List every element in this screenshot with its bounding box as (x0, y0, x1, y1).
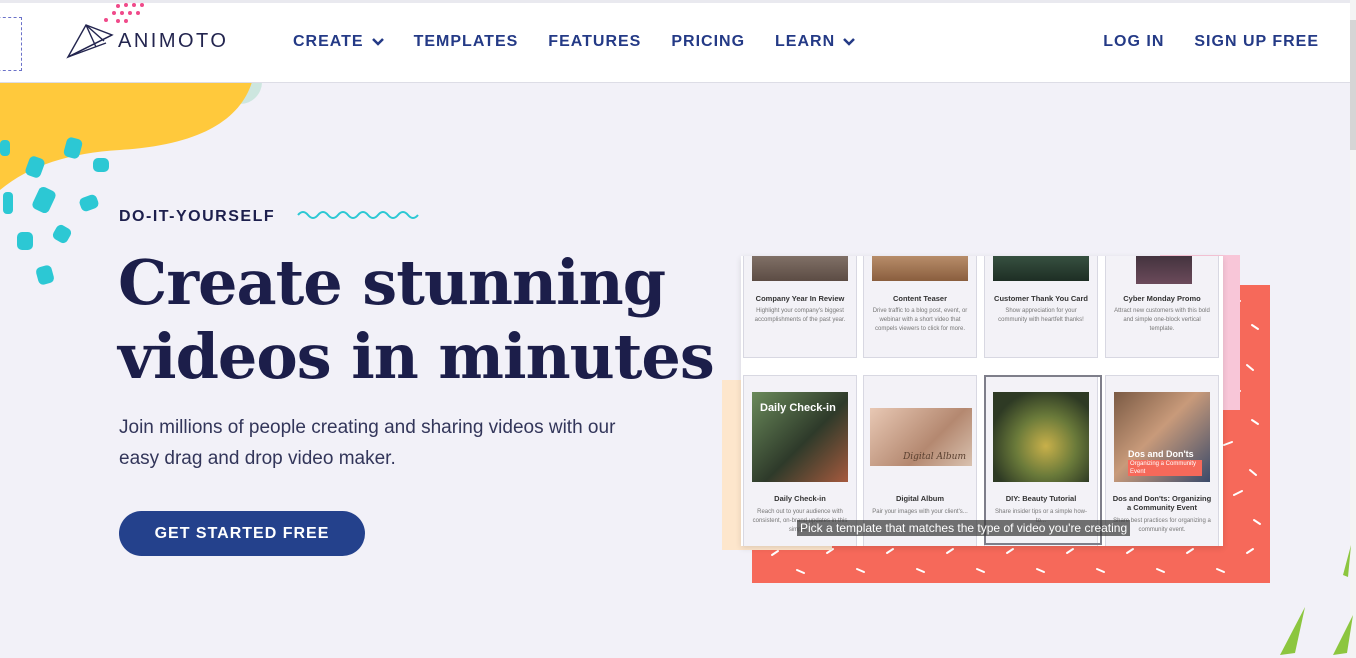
card-thumbnail: Dos and Don'ts Organizing a Community Ev… (1114, 392, 1210, 482)
thumbnail-label: Daily Check-in (760, 402, 836, 414)
logo-icon (66, 24, 114, 59)
template-preview: Company Year In Review Highlight your co… (741, 256, 1223, 546)
green-leaf-decor (1280, 545, 1353, 655)
animoto-logo[interactable]: ANIMOTO (66, 23, 228, 59)
chevron-down-icon (843, 38, 856, 46)
get-started-button[interactable]: GET STARTED FREE (119, 511, 365, 556)
nav-learn-label: LEARN (775, 33, 836, 50)
nav-pricing[interactable]: PRICING (671, 33, 745, 51)
template-card[interactable]: Company Year In Review Highlight your co… (743, 256, 857, 358)
card-description: Attract new customers with this bold and… (1114, 308, 1210, 332)
headline-line-2: videos in minutes (118, 320, 715, 393)
signup-link[interactable]: SIGN UP FREE (1194, 33, 1319, 51)
card-title: Company Year In Review (755, 294, 845, 303)
card-title: Content Teaser (892, 294, 948, 303)
nav-create[interactable]: CREATE (293, 33, 384, 51)
site-header: ANIMOTO CREATE TEMPLATES FEATURES PRICIN… (0, 3, 1350, 83)
pink-dots-decor (104, 3, 144, 23)
card-title: Daily Check-in (774, 494, 826, 503)
dashed-decor (0, 17, 22, 71)
preview-caption: Pick a template that matches the type of… (797, 520, 1131, 536)
card-description: Drive traffic to a blog post, event, or … (872, 308, 968, 332)
card-description: Show appreciation for your community wit… (998, 308, 1084, 323)
card-title: Digital Album (895, 494, 945, 503)
template-card[interactable]: Content Teaser Drive traffic to a blog p… (863, 256, 977, 358)
card-thumbnail (993, 256, 1089, 281)
card-thumbnail: Daily Check-in (752, 392, 848, 482)
scrollbar-thumb[interactable] (1350, 20, 1356, 150)
nav-templates[interactable]: TEMPLATES (414, 33, 519, 51)
auth-links: LOG IN SIGN UP FREE (1073, 33, 1319, 51)
wave-squiggle-decor (297, 211, 419, 219)
card-title: Customer Thank You Card (994, 294, 1088, 303)
card-title: Cyber Monday Promo (1123, 294, 1201, 303)
nav-pricing-label: PRICING (671, 33, 746, 50)
nav-features-label: FEATURES (548, 33, 642, 50)
card-title: Dos and Don'ts: Organizing a Community E… (1112, 494, 1212, 512)
card-thumbnail (872, 256, 968, 281)
hero-subtext: Join millions of people creating and sha… (119, 417, 616, 469)
album-script-label: Digital Album (903, 452, 966, 462)
nav-templates-label: TEMPLATES (413, 33, 519, 50)
main-nav: CREATE TEMPLATES FEATURES PRICING LEARN (293, 33, 885, 51)
chevron-down-icon (371, 38, 384, 46)
template-card[interactable]: Customer Thank You Card Show appreciatio… (984, 256, 1098, 358)
card-thumbnail (752, 256, 848, 281)
nav-create-label: CREATE (293, 33, 364, 50)
card-description: Highlight your company's biggest accompl… (754, 308, 846, 323)
template-card[interactable]: Cyber Monday Promo Attract new customers… (1105, 256, 1219, 358)
nav-features[interactable]: FEATURES (548, 33, 641, 51)
login-link[interactable]: LOG IN (1103, 33, 1164, 51)
card-description: Pair your images with your client's... (872, 509, 968, 515)
nav-learn[interactable]: LEARN (775, 33, 856, 51)
card-thumbnail: Digital Album (870, 408, 972, 466)
card-thumbnail (1136, 256, 1192, 284)
thumbnail-sublabel: Organizing a Community Event (1128, 460, 1202, 476)
logo-text: ANIMOTO (118, 29, 229, 52)
